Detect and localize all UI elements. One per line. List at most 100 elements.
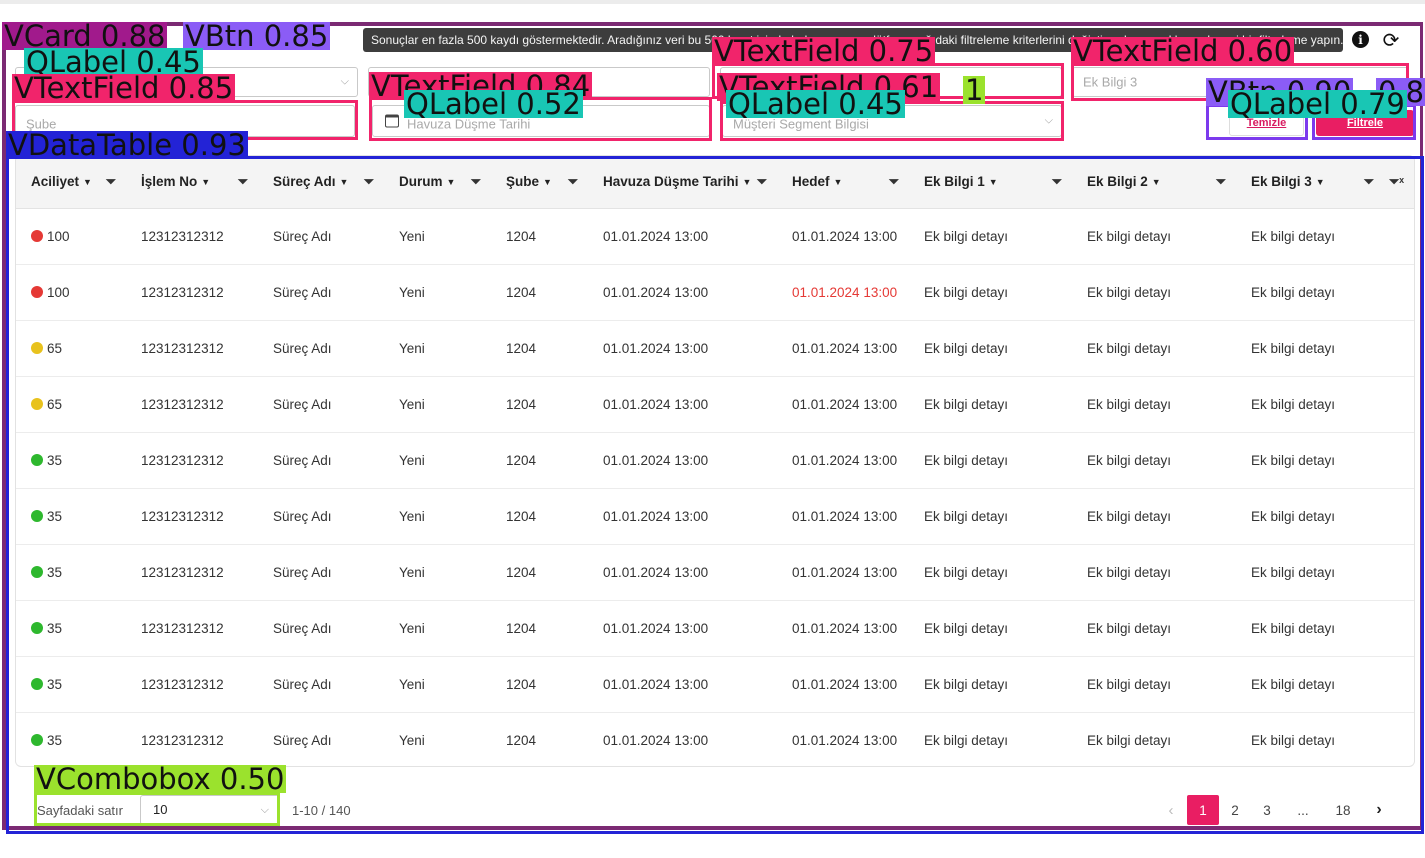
sube-cell: 1204 — [491, 264, 588, 321]
durum-cell: Yeni — [384, 712, 491, 766]
chevron-down-icon: ▼ — [339, 177, 349, 188]
detection-label: VCombobox 0.50 — [34, 762, 287, 796]
havuza-cell: 01.01.2024 13:00 — [588, 600, 777, 657]
chevron-down-icon: ▼ — [201, 177, 211, 188]
ek-bilgi-3-cell: Ek bilgi detayı — [1236, 264, 1414, 321]
calendar-icon — [385, 114, 399, 128]
column-header-surec-adi[interactable]: Süreç Adı ▼ ⏷ — [258, 156, 384, 209]
funnel-icon[interactable]: ⏷ — [238, 174, 248, 190]
column-header-sube[interactable]: Şube ▼ ⏷ — [491, 156, 588, 209]
table-row[interactable]: 35 12312312312 Süreç Adı Yeni 1204 01.01.2024… — [16, 712, 1414, 766]
column-header-islem-no[interactable]: İşlem No ▼ ⏷ — [126, 156, 258, 209]
surec-cell: Süreç Adı — [258, 712, 384, 766]
ek-bilgi-3-cell: Ek bilgi detayı — [1236, 600, 1414, 657]
urgency-cell: 35 — [16, 432, 126, 489]
urgency-dot-icon — [31, 285, 43, 298]
urgency-value: 35 — [47, 732, 63, 748]
detection-label: VBtn 0.85 — [183, 19, 331, 53]
rows-per-page-select[interactable]: 10 ⌵ — [140, 795, 280, 825]
urgency-value: 35 — [47, 564, 63, 580]
hedef-cell: 01.01.2024 13:00 — [777, 264, 909, 321]
ek-bilgi-3-cell: Ek bilgi detayı — [1236, 432, 1414, 489]
havuza-cell: 01.01.2024 13:00 — [588, 432, 777, 489]
column-header-havuza[interactable]: Havuza Düşme Tarihi ▼ ⏷ — [588, 156, 777, 209]
islem-no-cell: 12312312312 — [126, 656, 258, 713]
table-row[interactable]: 35 12312312312 Süreç Adı Yeni 1204 01.01.2024… — [16, 544, 1414, 601]
ek-bilgi-1-cell: Ek bilgi detayı — [909, 544, 1072, 601]
detection-label: VTextField 0.75 — [712, 34, 936, 68]
funnel-icon[interactable]: ⏷ — [1052, 174, 1062, 190]
detection-label: QLabel 0.79 — [1228, 87, 1407, 121]
pagination: ‹ 1 2 3 ... 18 › — [1155, 795, 1395, 825]
durum-cell: Yeni — [384, 488, 491, 545]
prev-page-icon[interactable]: ‹ — [1155, 795, 1187, 825]
islem-no-cell: 12312312312 — [126, 264, 258, 321]
ek-bilgi-1-cell: Ek bilgi detayı — [909, 208, 1072, 265]
data-table: Aciliyet ▼ ⏷ İşlem No ▼ ⏷ Süreç Adı ▼ ⏷ Durum ▼… — [15, 155, 1415, 767]
hedef-cell: 01.01.2024 13:00 — [777, 320, 909, 377]
urgency-cell: 35 — [16, 712, 126, 766]
chevron-down-icon: ▼ — [988, 177, 998, 188]
urgency-cell: 35 — [16, 488, 126, 545]
surec-cell: Süreç Adı — [258, 600, 384, 657]
havuza-cell: 01.01.2024 13:00 — [588, 712, 777, 766]
page-button-1[interactable]: 1 — [1187, 795, 1219, 825]
sube-cell: 1204 — [491, 208, 588, 265]
durum-cell: Yeni — [384, 208, 491, 265]
table-row[interactable]: 35 12312312312 Süreç Adı Yeni 1204 01.01.2024… — [16, 488, 1414, 545]
funnel-icon[interactable]: ⏷ — [757, 174, 767, 190]
table-row[interactable]: 35 12312312312 Süreç Adı Yeni 1204 01.01.2024… — [16, 432, 1414, 489]
chevron-down-icon: ▼ — [1315, 177, 1325, 188]
urgency-cell: 100 — [16, 208, 126, 265]
sube-cell: 1204 — [491, 432, 588, 489]
hedef-cell: 01.01.2024 13:00 — [777, 376, 909, 433]
funnel-clear-icon[interactable]: ⏷ˣ — [1389, 174, 1404, 190]
table-row[interactable]: 65 12312312312 Süreç Adı Yeni 1204 01.01.2024… — [16, 376, 1414, 433]
column-header-hedef[interactable]: Hedef ▼ ⏷ — [777, 156, 909, 209]
column-header-aciliyet[interactable]: Aciliyet ▼ ⏷ — [16, 156, 126, 209]
table-row[interactable]: 100 12312312312 Süreç Adı Yeni 1204 01.01.202… — [16, 264, 1414, 321]
funnel-icon[interactable]: ⏷ — [471, 174, 481, 190]
islem-no-cell: 12312312312 — [126, 600, 258, 657]
islem-no-cell: 12312312312 — [126, 712, 258, 766]
detection-label: 1 — [963, 73, 986, 107]
funnel-icon[interactable]: ⏷ — [364, 174, 374, 190]
table-row[interactable]: 100 12312312312 Süreç Adı Yeni 1204 01.01.202… — [16, 208, 1414, 265]
ek-bilgi-2-cell: Ek bilgi detayı — [1072, 600, 1236, 657]
chevron-down-icon: ⌵ — [260, 804, 269, 816]
funnel-icon[interactable]: ⏷ — [1216, 174, 1226, 190]
islem-no-cell: 12312312312 — [126, 488, 258, 545]
funnel-icon[interactable]: ⏷ — [568, 174, 578, 190]
funnel-icon[interactable]: ⏷ — [1364, 174, 1374, 190]
hedef-cell: 01.01.2024 13:00 — [777, 712, 909, 766]
column-header-ek-bilgi-2[interactable]: Ek Bilgi 2 ▼ ⏷ — [1072, 156, 1236, 209]
urgency-dot-icon — [31, 565, 43, 578]
ek-bilgi-2-cell: Ek bilgi detayı — [1072, 712, 1236, 766]
sube-cell: 1204 — [491, 488, 588, 545]
info-icon[interactable]: i — [1352, 31, 1369, 48]
table-row[interactable]: 35 12312312312 Süreç Adı Yeni 1204 01.01.2024… — [16, 600, 1414, 657]
ek-bilgi-1-cell: Ek bilgi detayı — [909, 264, 1072, 321]
table-row[interactable]: 35 12312312312 Süreç Adı Yeni 1204 01.01.2024… — [16, 656, 1414, 713]
table-row[interactable]: 65 12312312312 Süreç Adı Yeni 1204 01.01.2024… — [16, 320, 1414, 377]
ek-bilgi-1-cell: Ek bilgi detayı — [909, 656, 1072, 713]
havuza-cell: 01.01.2024 13:00 — [588, 320, 777, 377]
column-header-ek-bilgi-3[interactable]: Ek Bilgi 3 ▼ ⏷ ⏷ˣ — [1236, 156, 1414, 209]
refresh-icon[interactable]: ⟳ — [1381, 30, 1401, 52]
page-button-3[interactable]: 3 — [1251, 795, 1283, 825]
funnel-icon[interactable]: ⏷ — [106, 174, 116, 190]
urgency-cell: 100 — [16, 264, 126, 321]
page-button-18[interactable]: 18 — [1323, 795, 1363, 825]
column-header-ek-bilgi-1[interactable]: Ek Bilgi 1 ▼ ⏷ — [909, 156, 1072, 209]
ek-bilgi-2-cell: Ek bilgi detayı — [1072, 544, 1236, 601]
page-button-2[interactable]: 2 — [1219, 795, 1251, 825]
urgency-value: 65 — [47, 340, 63, 356]
column-header-durum[interactable]: Durum ▼ ⏷ — [384, 156, 491, 209]
ek-bilgi-1-cell: Ek bilgi detayı — [909, 376, 1072, 433]
durum-cell: Yeni — [384, 320, 491, 377]
urgency-value: 35 — [47, 676, 63, 692]
next-page-icon[interactable]: › — [1363, 795, 1395, 825]
havuza-cell: 01.01.2024 13:00 — [588, 544, 777, 601]
funnel-icon[interactable]: ⏷ — [889, 174, 899, 190]
urgency-dot-icon — [31, 733, 43, 746]
